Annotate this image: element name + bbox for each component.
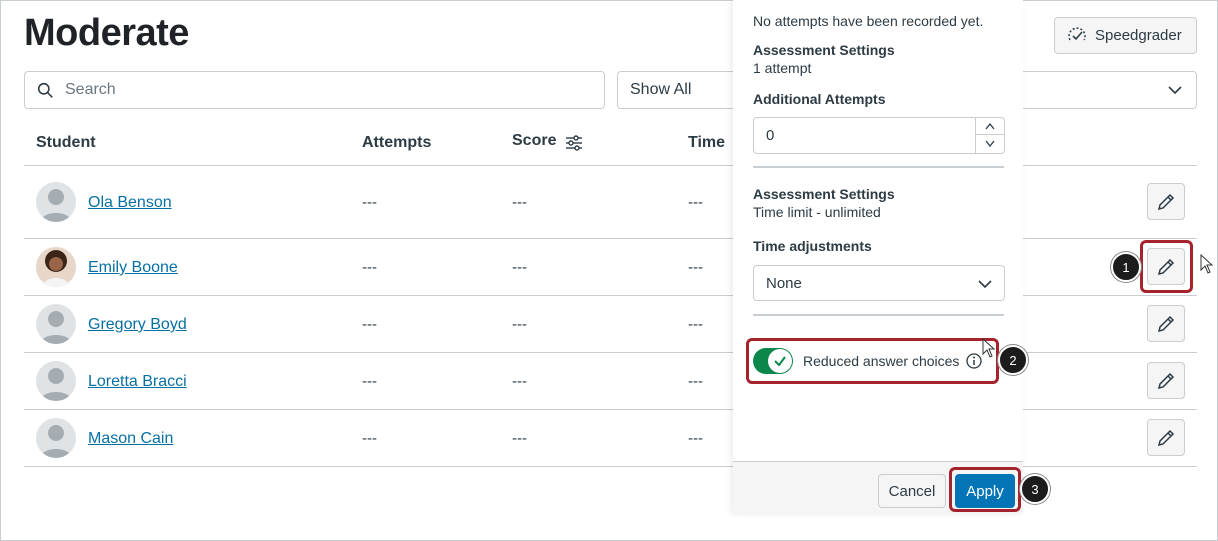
speedgrader-button[interactable]: Speedgrader [1054,17,1197,54]
score-cell: --- [512,194,527,211]
pencil-icon [1157,372,1175,389]
time-limit-text: Time limit - unlimited [753,204,881,220]
avatar [36,361,76,401]
filter-settings-icon[interactable] [565,134,583,152]
page-title: Moderate [24,12,189,54]
avatar [36,182,76,222]
user-icon [40,189,72,222]
assessment-settings-heading: Assessment Settings [753,186,895,202]
chevron-up-icon [985,122,995,130]
callout-badge-3: 3 [1020,474,1050,504]
chevron-down-icon [978,280,992,289]
callout-badge-2: 2 [998,345,1028,375]
student-name-link[interactable]: Mason Cain [88,430,173,448]
section-divider [753,314,1004,316]
pencil-icon [1157,193,1175,210]
attempt-count-text: 1 attempt [753,60,812,76]
pencil-icon [1157,429,1175,446]
highlight-apply-button [949,467,1021,512]
moderate-tray: No attempts have been recorded yet. Asse… [733,0,1023,514]
edit-button[interactable] [1147,362,1185,399]
attempts-cell: --- [362,194,377,211]
search-icon [37,82,53,98]
increment-button[interactable] [976,118,1004,135]
speedgrader-icon [1068,26,1086,40]
chevron-down-icon [1168,86,1182,95]
callout-badge-1: 1 [1111,252,1141,282]
column-header-student: Student [36,134,96,151]
additional-attempts-value: 0 [766,127,775,144]
additional-attempts-input[interactable]: 0 [753,117,1005,154]
time-cell: --- [688,259,703,276]
search-input[interactable]: Search [24,71,605,109]
edit-button[interactable] [1147,419,1185,456]
avatar [36,247,76,287]
student-name-link[interactable]: Gregory Boyd [88,316,187,334]
student-name-link[interactable]: Loretta Bracci [88,373,187,391]
score-cell: --- [512,259,527,276]
attempts-cell: --- [362,430,377,447]
cursor-icon [1200,254,1214,274]
attempts-cell: --- [362,373,377,390]
time-cell: --- [688,194,703,211]
edit-button[interactable] [1147,305,1185,342]
no-attempts-text: No attempts have been recorded yet. [753,13,984,29]
time-cell: --- [688,373,703,390]
attempts-cell: --- [362,259,377,276]
speedgrader-label: Speedgrader [1095,27,1182,44]
time-cell: --- [688,316,703,333]
additional-attempts-label: Additional Attempts [753,91,886,107]
column-header-score: Score [512,132,557,149]
edit-button[interactable] [1147,183,1185,220]
score-cell: --- [512,430,527,447]
student-name-link[interactable]: Ola Benson [88,194,172,212]
user-icon [40,425,72,458]
filter-select-value: Show All [630,81,692,98]
time-adjustments-label: Time adjustments [753,238,872,254]
highlight-edit-button [1140,240,1193,293]
time-cell: --- [688,430,703,447]
score-cell: --- [512,373,527,390]
user-icon [40,368,72,401]
decrement-button[interactable] [976,135,1004,152]
user-photo-icon [36,247,76,287]
avatar [36,304,76,344]
avatar [36,418,76,458]
search-placeholder: Search [65,81,116,98]
chevron-down-icon [985,140,995,147]
highlight-reduced-answer-choices [746,338,999,384]
column-header-time: Time [688,134,726,151]
pencil-icon [1157,315,1175,332]
column-header-attempts: Attempts [362,134,432,151]
score-cell: --- [512,316,527,333]
time-adjustments-value: None [766,274,802,292]
cancel-button[interactable]: Cancel [878,474,946,508]
assessment-settings-heading: Assessment Settings [753,42,895,58]
section-divider [753,166,1004,168]
number-stepper[interactable] [975,118,1004,153]
time-adjustments-select[interactable]: None [753,265,1005,301]
cursor-icon [982,338,996,358]
user-icon [40,311,72,344]
attempts-cell: --- [362,316,377,333]
student-name-link[interactable]: Emily Boone [88,259,178,277]
